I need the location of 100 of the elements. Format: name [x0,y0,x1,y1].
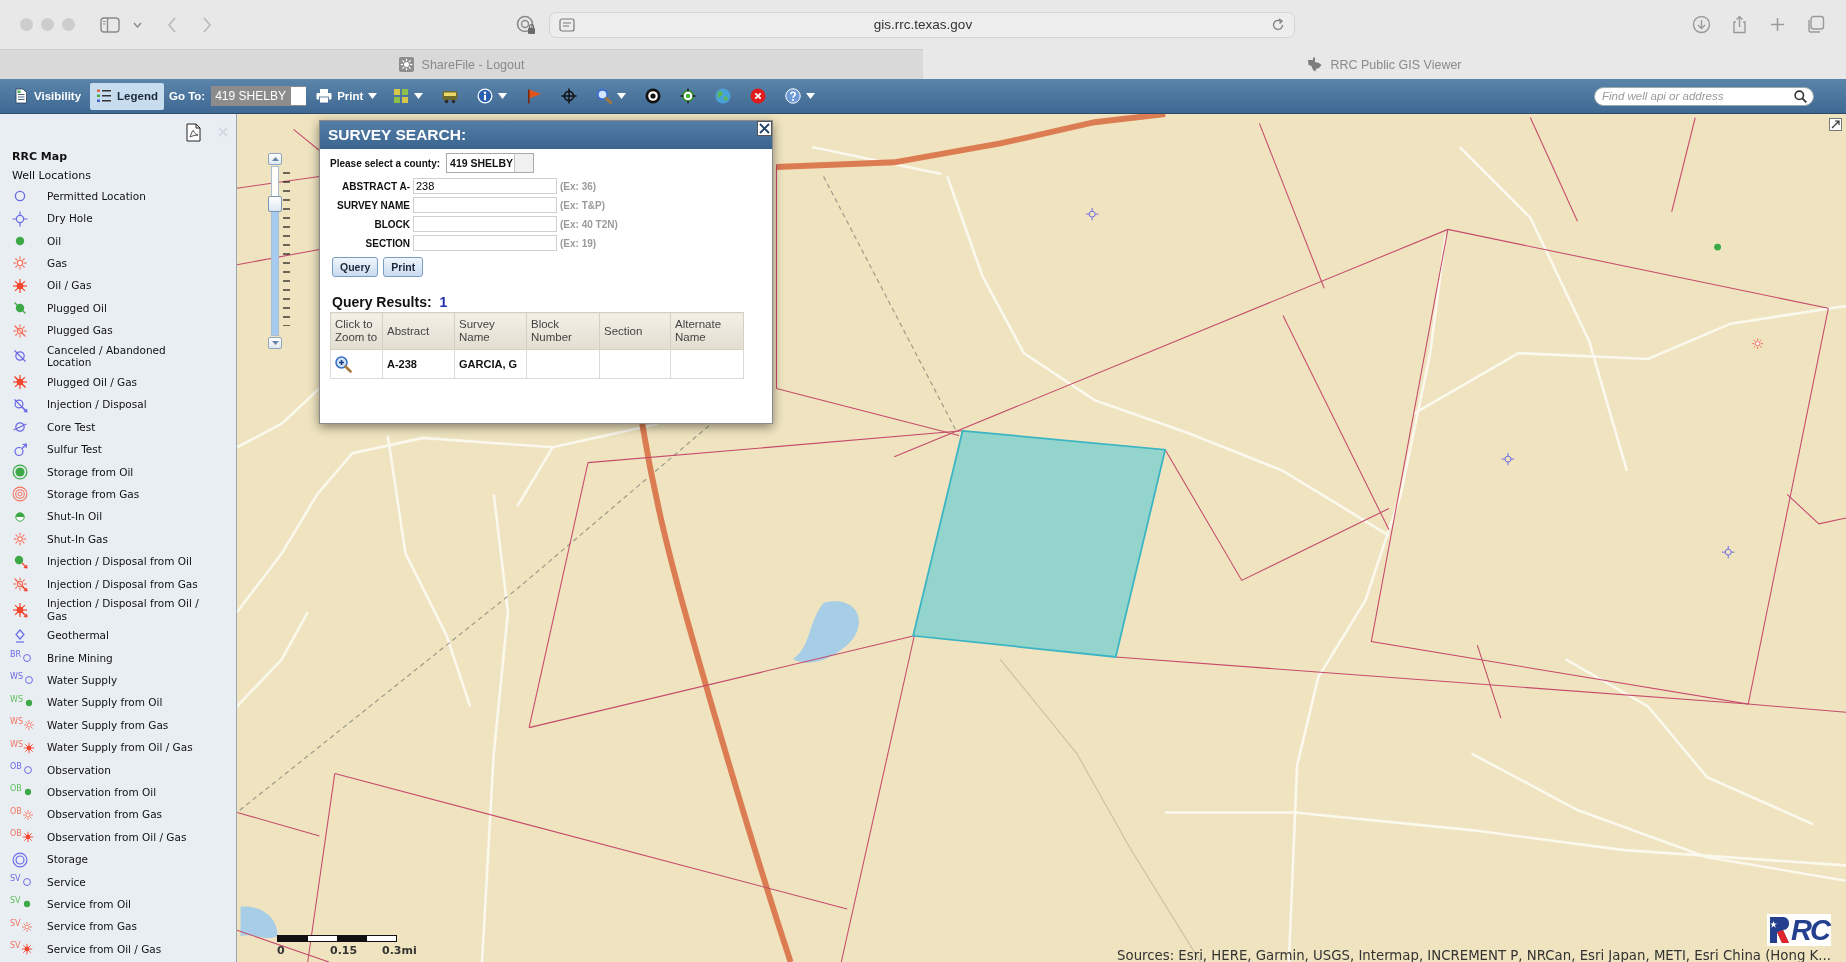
sunburst-icon [21,808,34,821]
slashed-sunburst-icon [12,374,28,391]
symbol-code: SV [10,942,21,951]
scale-label: 0.3mi [382,944,417,957]
legend-label: Observation [47,763,112,777]
visibility-tab[interactable]: Visibility [7,82,88,110]
column-header: Section [599,312,671,350]
search-field[interactable]: Find well api or address [1594,86,1814,106]
dot-icon [1714,243,1722,251]
double-circle-icon [12,851,28,868]
legend-label: Core Test [47,420,97,434]
reload-icon[interactable] [1271,17,1285,32]
target-icon [644,88,661,104]
table-cell [599,349,671,379]
column-header: Abstract [382,312,455,350]
query-button[interactable]: Query [332,257,379,277]
zoom-out-button[interactable] [268,337,282,349]
double-ring-icon [12,486,28,503]
legend-label: Water Supply from Oil / Gas [47,741,194,754]
zoom-in-icon[interactable] [335,355,352,373]
table-cell: GARCIA, G [454,349,527,379]
field-label: SECTION [364,237,411,249]
sunburst-arrow-icon [12,601,28,618]
legend-label: Plugged Oil [47,301,108,315]
legend-label: Permitted Location [47,189,147,203]
field-label: ABSTRACT A- [341,180,411,192]
text-field[interactable]: 238 [413,178,557,194]
county-label: Please select a county: [330,157,441,169]
symbol-code: SV [10,919,21,928]
symbol-code: SV [10,897,21,906]
page-icon[interactable] [559,17,575,32]
legend-label: Injection / Disposal [47,398,148,412]
legend-label: Sulfur Test [47,443,103,456]
slider-handle[interactable] [268,195,282,212]
symbol-code: OB [10,830,22,839]
circle-arrow-icon [12,441,28,458]
legend-label: Observation from Oil [47,786,158,799]
legend-title: RRC Map [12,149,69,165]
slashed-sunburst-icon [12,322,28,339]
close-icon [749,88,766,104]
legend-label: Service from Oil [47,898,132,911]
legend-label: Service from Gas [47,920,138,934]
pdf-document-icon[interactable] [186,122,201,142]
expand-icon[interactable] [1829,118,1842,131]
plus-icon[interactable] [1768,15,1787,34]
text-field[interactable] [413,216,557,232]
download-icon[interactable] [1692,15,1711,34]
scale-label: 0.15 [330,944,359,957]
crosshair-icon [560,88,577,104]
example-hint: (Ex: 19) [560,237,597,249]
address-field[interactable]: gis.rrc.texas.gov [549,11,1295,38]
text-field[interactable] [413,235,557,251]
globe-icon [714,88,731,104]
crossed-circle-icon [1721,545,1735,559]
print-button[interactable]: Print [383,257,424,277]
open-circle-icon [23,674,35,687]
legend-tab[interactable]: Legend [90,82,164,110]
symbol-code: OB [10,785,22,794]
close-button[interactable] [757,121,772,136]
zoom-slider[interactable] [271,166,279,336]
chevron-down-icon[interactable] [133,21,142,28]
symbol-code: WS [10,740,23,749]
legend-label: Oil / Gas [47,279,93,293]
zoom-in-button[interactable] [268,153,282,165]
county-select[interactable]: 419 SHELBY [446,153,535,173]
share-icon[interactable] [1730,15,1749,34]
sidebar-icon[interactable] [100,16,120,33]
sunburst-arrow-icon [12,575,28,592]
example-hint: (Ex: 40 T2N) [560,218,618,230]
dialog-title: SURVEY SEARCH: [328,126,467,144]
legend-group-label: Well Locations [12,168,92,184]
sunburst-icon [20,920,33,933]
lock-circle-icon[interactable] [516,14,536,35]
grid-icon [392,88,409,104]
legend-label: Service from Oil / Gas [47,942,163,956]
chevron-right-icon[interactable] [202,16,212,33]
circle-arrow-icon [12,396,28,413]
print-menu-button[interactable]: Print [310,82,384,110]
flag-icon [525,88,542,104]
field-label: SURVEY NAME [336,199,411,211]
legend-label: Geothermal [47,629,110,642]
chevron-left-icon[interactable] [167,16,177,33]
legend-label: Canceled / Abandoned Location [47,343,167,370]
symbol-code: WS [10,695,23,704]
sunburst-icon [1751,337,1764,350]
legend-label: Injection / Disposal from Gas [47,577,199,591]
close-icon [759,123,770,134]
search-icon[interactable] [1794,89,1807,103]
tabs-icon[interactable] [1806,15,1825,34]
field-label: BLOCK [373,218,411,230]
filled-sunburst-icon [12,277,28,294]
example-hint: (Ex: T&P) [560,199,605,211]
document-icon [13,88,29,104]
info-icon [476,88,493,104]
legend-label: Water Supply [47,674,119,687]
legend-label: Oil [47,234,63,248]
legend-label: Water Supply from Gas [47,718,170,732]
text-field[interactable] [413,197,557,213]
symbol-code: SV [10,874,21,883]
filled-sunburst-icon [23,741,35,754]
